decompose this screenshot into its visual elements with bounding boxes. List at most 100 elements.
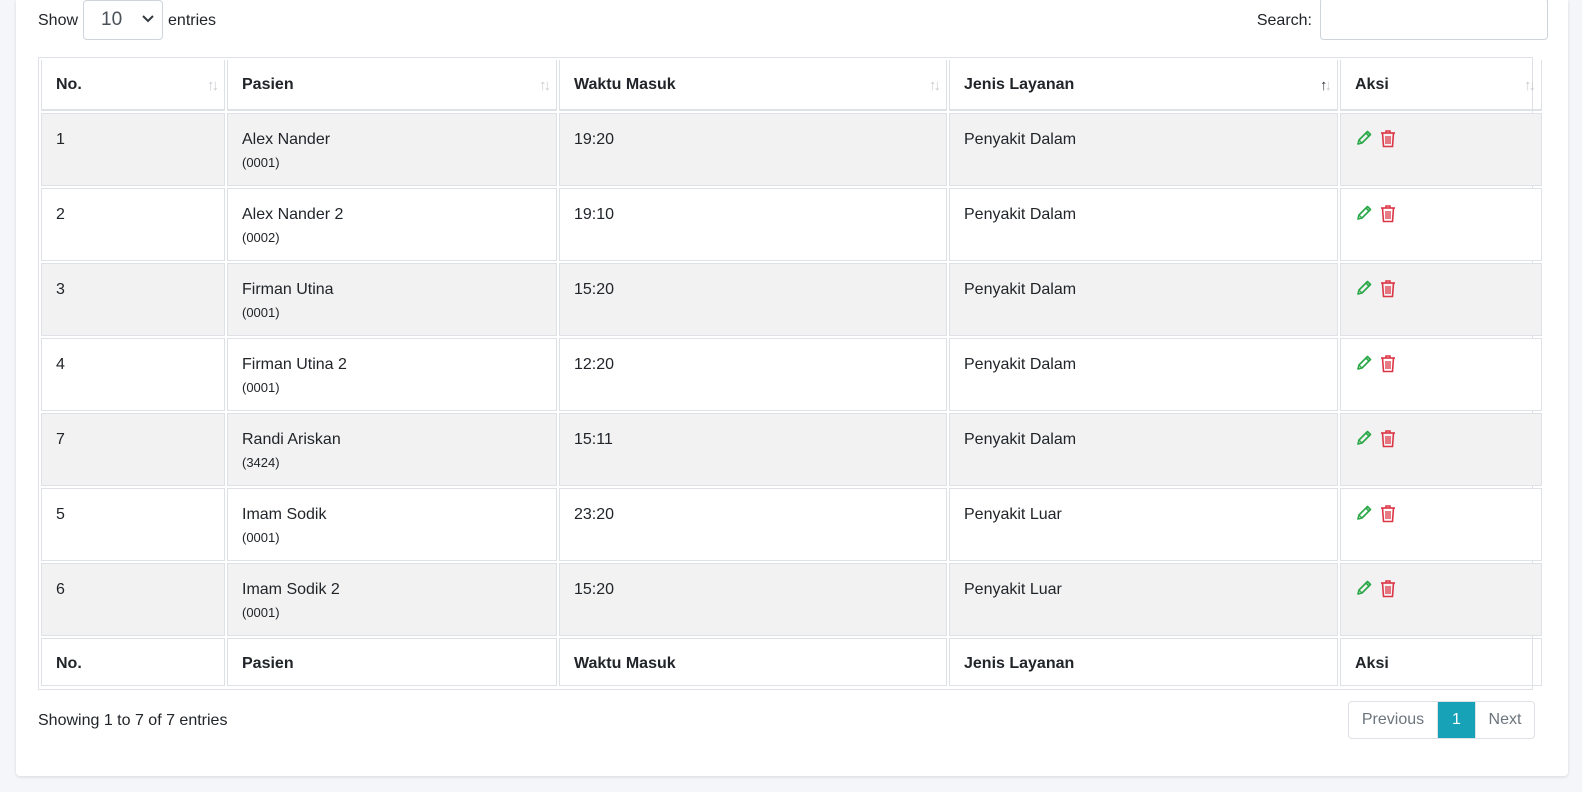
cell-no: 1 bbox=[41, 113, 225, 186]
footer-header-jenis-layanan: Jenis Layanan bbox=[949, 638, 1338, 686]
previous-page-button[interactable]: Previous bbox=[1349, 702, 1438, 738]
entries-label: entries bbox=[168, 12, 217, 29]
cell-aksi bbox=[1340, 188, 1542, 261]
sort-icon: ↑↓ bbox=[539, 77, 551, 94]
page-1-button[interactable]: 1 bbox=[1438, 702, 1475, 738]
patient-id: (0002) bbox=[242, 230, 280, 245]
footer-header-pasien: Pasien bbox=[227, 638, 557, 686]
cell-jenis-layanan: Penyakit Dalam bbox=[949, 113, 1338, 186]
cell-jenis-layanan: Penyakit Dalam bbox=[949, 413, 1338, 486]
row-actions bbox=[1355, 578, 1527, 598]
column-header-no[interactable]: No. ↑↓ bbox=[41, 60, 225, 111]
table-info: Showing 1 to 7 of 7 entries bbox=[38, 712, 228, 729]
footer-header-waktu-masuk: Waktu Masuk bbox=[559, 638, 947, 686]
cell-no: 2 bbox=[41, 188, 225, 261]
delete-trash-icon[interactable] bbox=[1379, 353, 1397, 373]
search-label: Search: bbox=[1256, 12, 1312, 29]
edit-pencil-icon[interactable] bbox=[1355, 428, 1373, 448]
table-row: 2 Alex Nander 2 (0002) 19:10 Penyakit Dalam bbox=[41, 188, 1542, 261]
edit-pencil-icon[interactable] bbox=[1355, 128, 1373, 148]
cell-waktu-masuk: 15:20 bbox=[559, 563, 947, 636]
cell-aksi bbox=[1340, 413, 1542, 486]
footer-header-no: No. bbox=[41, 638, 225, 686]
edit-pencil-icon[interactable] bbox=[1355, 353, 1373, 373]
row-actions bbox=[1355, 278, 1527, 298]
search-input[interactable] bbox=[1320, 0, 1548, 40]
patient-name: Randi Ariskan bbox=[242, 431, 341, 448]
cell-jenis-layanan: Penyakit Dalam bbox=[949, 263, 1338, 336]
patient-table: No. ↑↓ Pasien ↑↓ Waktu Masuk ↑↓ Jenis Layan… bbox=[39, 58, 1544, 688]
sort-icon: ↑↓ bbox=[929, 77, 941, 94]
entries-select[interactable]: 10 bbox=[83, 0, 164, 40]
delete-trash-icon[interactable] bbox=[1379, 428, 1397, 448]
next-page-button[interactable]: Next bbox=[1475, 702, 1534, 738]
patient-name: Firman Utina 2 bbox=[242, 356, 347, 373]
delete-trash-icon[interactable] bbox=[1379, 503, 1397, 523]
cell-waktu-masuk: 19:20 bbox=[559, 113, 947, 186]
patient-id: (3424) bbox=[242, 455, 280, 470]
row-actions bbox=[1355, 128, 1527, 148]
patient-id: (0001) bbox=[242, 605, 280, 620]
sort-icon: ↑↓ bbox=[1524, 77, 1536, 94]
column-header-jenis-layanan[interactable]: Jenis Layanan ↑↓ bbox=[949, 60, 1338, 111]
row-actions bbox=[1355, 428, 1527, 448]
cell-no: 4 bbox=[41, 338, 225, 411]
patient-name: Alex Nander 2 bbox=[242, 206, 344, 223]
show-label: Show bbox=[38, 12, 79, 29]
patient-name: Firman Utina bbox=[242, 281, 334, 298]
cell-aksi bbox=[1340, 263, 1542, 336]
patient-name: Imam Sodik bbox=[242, 506, 327, 523]
entries-length-control: Show 10 entries bbox=[38, 0, 216, 42]
patient-name: Alex Nander bbox=[242, 131, 331, 148]
cell-waktu-masuk: 12:20 bbox=[559, 338, 947, 411]
cell-jenis-layanan: Penyakit Luar bbox=[949, 488, 1338, 561]
cell-waktu-masuk: 15:11 bbox=[559, 413, 947, 486]
row-actions bbox=[1355, 503, 1527, 523]
cell-aksi bbox=[1340, 338, 1542, 411]
search-control: Search: bbox=[1257, 0, 1548, 42]
cell-no: 7 bbox=[41, 413, 225, 486]
column-header-aksi[interactable]: Aksi ↑↓ bbox=[1340, 60, 1542, 111]
column-header-waktu-masuk[interactable]: Waktu Masuk ↑↓ bbox=[559, 60, 947, 111]
patient-id: (0001) bbox=[242, 155, 280, 170]
delete-trash-icon[interactable] bbox=[1379, 578, 1397, 598]
row-actions bbox=[1355, 203, 1527, 223]
table-row: 4 Firman Utina 2 (0001) 12:20 Penyakit Dalam bbox=[41, 338, 1542, 411]
delete-trash-icon[interactable] bbox=[1379, 278, 1397, 298]
table-row: 5 Imam Sodik (0001) 23:20 Penyakit Luar bbox=[41, 488, 1542, 561]
cell-pasien: Firman Utina 2 (0001) bbox=[227, 338, 557, 411]
table-row: 3 Firman Utina (0001) 15:20 Penyakit Dalam bbox=[41, 263, 1542, 336]
edit-pencil-icon[interactable] bbox=[1355, 278, 1373, 298]
cell-jenis-layanan: Penyakit Luar bbox=[949, 563, 1338, 636]
cell-pasien: Randi Ariskan (3424) bbox=[227, 413, 557, 486]
edit-pencil-icon[interactable] bbox=[1355, 203, 1373, 223]
cell-waktu-masuk: 19:10 bbox=[559, 188, 947, 261]
table-header-row: No. ↑↓ Pasien ↑↓ Waktu Masuk ↑↓ Jenis Layan… bbox=[41, 60, 1542, 111]
cell-jenis-layanan: Penyakit Dalam bbox=[949, 338, 1338, 411]
cell-waktu-masuk: 23:20 bbox=[559, 488, 947, 561]
delete-trash-icon[interactable] bbox=[1379, 203, 1397, 223]
edit-pencil-icon[interactable] bbox=[1355, 578, 1373, 598]
footer-header-aksi: Aksi bbox=[1340, 638, 1542, 686]
edit-pencil-icon[interactable] bbox=[1355, 503, 1373, 523]
cell-waktu-masuk: 15:20 bbox=[559, 263, 947, 336]
cell-no: 5 bbox=[41, 488, 225, 561]
cell-no: 3 bbox=[41, 263, 225, 336]
table-row: 6 Imam Sodik 2 (0001) 15:20 Penyakit Luar bbox=[41, 563, 1542, 636]
table-footer-row: No. Pasien Waktu Masuk Jenis Layanan Aks… bbox=[41, 638, 1542, 686]
sort-ascending-icon: ↑↓ bbox=[1320, 77, 1332, 94]
chevron-down-icon bbox=[142, 14, 154, 26]
pagination: Previous 1 Next bbox=[1348, 701, 1535, 739]
data-table-wrapper: No. ↑↓ Pasien ↑↓ Waktu Masuk ↑↓ Jenis Layan… bbox=[38, 57, 1542, 690]
table-controls: Show 10 entries Search: bbox=[38, 0, 1548, 42]
cell-jenis-layanan: Penyakit Dalam bbox=[949, 188, 1338, 261]
delete-trash-icon[interactable] bbox=[1379, 128, 1397, 148]
table-row: 1 Alex Nander (0001) 19:20 Penyakit Dalam bbox=[41, 113, 1542, 186]
row-actions bbox=[1355, 353, 1527, 373]
cell-pasien: Firman Utina (0001) bbox=[227, 263, 557, 336]
column-header-pasien[interactable]: Pasien ↑↓ bbox=[227, 60, 557, 111]
patient-id: (0001) bbox=[242, 530, 280, 545]
cell-aksi bbox=[1340, 563, 1542, 636]
sort-icon: ↑↓ bbox=[207, 77, 219, 94]
patient-id: (0001) bbox=[242, 380, 280, 395]
